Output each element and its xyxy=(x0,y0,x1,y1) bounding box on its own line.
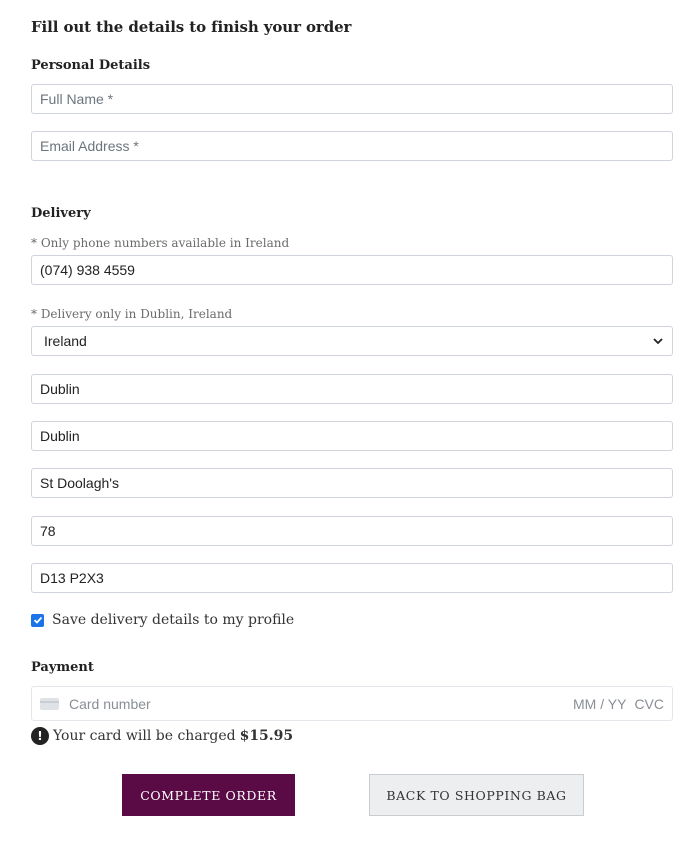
credit-card-icon xyxy=(40,697,59,710)
back-to-shopping-bag-button[interactable]: Back to Shopping Bag xyxy=(369,774,584,816)
street-input[interactable]: St Doolagh's xyxy=(31,468,673,498)
cvc-placeholder[interactable]: CVC xyxy=(634,696,664,712)
country-note: * Delivery only in Dublin, Ireland xyxy=(31,307,233,321)
card-input[interactable]: Card number MM / YY CVC xyxy=(31,686,673,721)
chevron-down-icon xyxy=(652,335,664,347)
complete-order-button[interactable]: Complete Order xyxy=(122,774,295,816)
charge-text: Your card will be charged xyxy=(53,728,236,744)
save-details-checkbox[interactable] xyxy=(31,613,44,627)
exclamation-circle-icon: ! xyxy=(31,727,49,745)
country-select[interactable]: Ireland xyxy=(31,326,673,356)
email-input[interactable]: Email Address * xyxy=(31,131,673,161)
full-name-input[interactable]: Full Name * xyxy=(31,84,673,114)
charge-amount: $15.95 xyxy=(239,728,294,744)
payment-title: Payment xyxy=(31,660,94,675)
card-number-placeholder: Card number xyxy=(69,695,151,712)
save-details-row[interactable]: Save delivery details to my profile xyxy=(31,612,294,628)
checkmark-icon xyxy=(33,616,42,624)
county-input[interactable]: Dublin xyxy=(31,374,673,404)
charge-notice: ! Your card will be charged $15.95 xyxy=(31,727,293,745)
save-details-label: Save delivery details to my profile xyxy=(52,612,295,628)
city-input[interactable]: Dublin xyxy=(31,421,673,451)
country-select-value: Ireland xyxy=(44,333,87,349)
phone-input[interactable]: (074) 938 4559 xyxy=(31,255,673,285)
expiry-placeholder[interactable]: MM / YY xyxy=(573,696,626,712)
house-number-input[interactable]: 78 xyxy=(31,516,673,546)
delivery-title: Delivery xyxy=(31,206,91,221)
phone-note: * Only phone numbers available in Irelan… xyxy=(31,236,290,250)
personal-details-title: Personal Details xyxy=(31,58,151,73)
postcode-input[interactable]: D13 P2X3 xyxy=(31,563,673,593)
page-title: Fill out the details to finish your orde… xyxy=(31,18,352,36)
